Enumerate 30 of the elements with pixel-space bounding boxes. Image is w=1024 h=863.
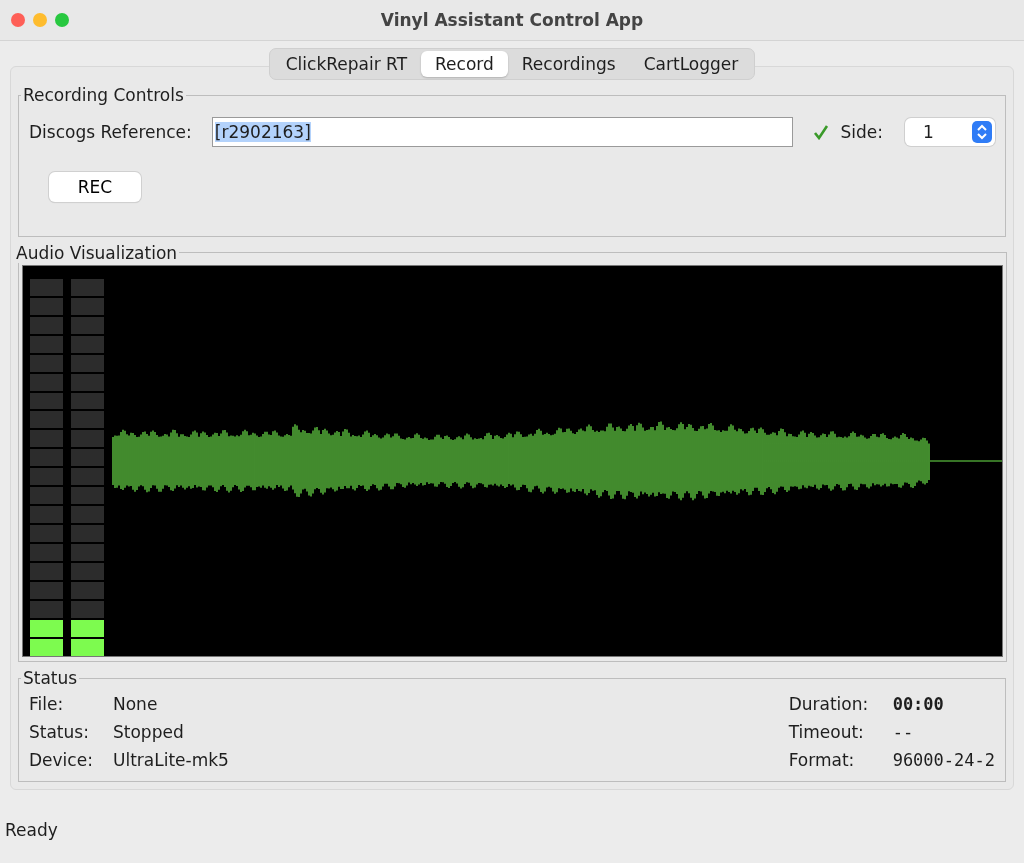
tab[interactable]: CartLogger [629,51,753,77]
group-title: Audio Visualization [15,242,179,263]
close-button[interactable] [11,13,25,27]
status-label: Status: [29,722,90,743]
tab[interactable]: ClickRepair RT [271,51,422,77]
zoom-button[interactable] [55,13,69,27]
status-label: Device: [29,750,94,771]
field-label: Discogs Reference: [29,122,192,142]
status-value: Stopped [113,722,185,743]
status-label: Format: [788,750,856,771]
reference-input-field[interactable]: [r2902163] [211,117,793,147]
field-label: Side: [840,122,883,142]
status-value: -- [892,722,915,743]
status-value: 00:00 [892,694,945,715]
status-label: Timeout: [788,722,865,743]
status-bar-text: Ready [5,820,59,840]
status-value: 96000-24-2 [892,750,995,771]
group-title: Recording Controls [22,85,185,105]
minimize-button[interactable] [33,13,47,27]
tab[interactable]: Recordings [507,51,630,77]
window-title: Vinyl Assistant Control App [380,10,644,30]
tab[interactable]: Record [421,51,508,77]
side-select[interactable]: 1 [905,118,995,146]
stepper-icon [972,121,992,143]
group-title: Status [22,668,79,689]
rec-button[interactable]: REC [49,172,141,202]
status-value: None [113,694,159,715]
status-label: File: [29,694,65,715]
status-value: UltraLite-mk5 [113,750,229,771]
status-label: Duration: [788,694,870,715]
